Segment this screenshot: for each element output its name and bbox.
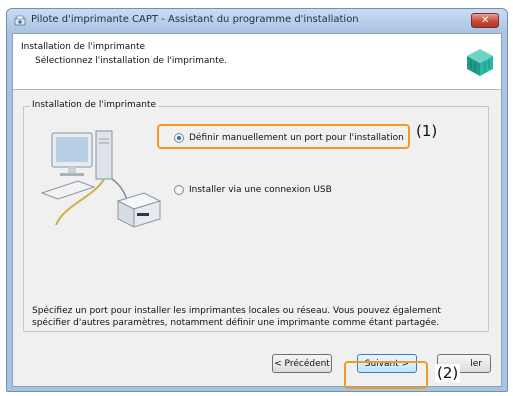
highlight-next-button: [344, 361, 428, 389]
option-usb-label: Installer via une connexion USB: [189, 185, 332, 195]
wizard-header: Installation de l'imprimante Sélectionne…: [13, 34, 501, 90]
header-title: Installation de l'imprimante: [21, 42, 146, 52]
group-legend: Installation de l'imprimante: [30, 100, 159, 110]
dialog-body: Installation de l'imprimante Sélectionne…: [12, 33, 502, 387]
app-icon: [14, 15, 26, 26]
printer-package-icon: [467, 49, 493, 76]
option-description: Spécifiez un port pour installer les imp…: [32, 306, 441, 328]
header-subtitle: Sélectionnez l'installation de l'imprima…: [35, 56, 228, 66]
highlight-manual-port: [157, 124, 410, 149]
window-title: Pilote d'imprimante CAPT - Assistant du …: [31, 14, 359, 25]
back-button[interactable]: < Précédent: [272, 354, 332, 373]
title-bar: Pilote d'imprimante CAPT - Assistant du …: [7, 9, 507, 33]
computer-printer-illustration: [40, 130, 162, 228]
close-icon: ✕: [481, 15, 490, 26]
callout-2: (2): [435, 364, 461, 382]
installer-window: Pilote d'imprimante CAPT - Assistant du …: [6, 8, 508, 392]
close-button[interactable]: ✕: [471, 13, 499, 28]
option-usb[interactable]: Installer via une connexion USB: [174, 185, 332, 195]
radio-usb[interactable]: [174, 185, 184, 195]
callout-1: (1): [416, 122, 438, 140]
